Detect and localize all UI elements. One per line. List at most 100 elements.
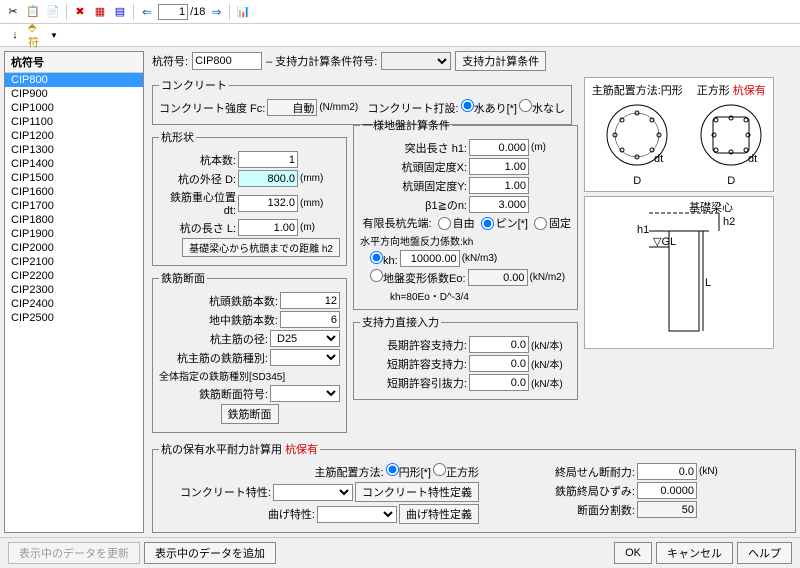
sidebar-item-CIP1400[interactable]: CIP1400: [5, 157, 143, 171]
top-row: 杭符号: – 支持力計算条件符号: 支持力計算条件: [152, 51, 796, 71]
svg-text:dt: dt: [654, 153, 663, 165]
dan-button[interactable]: 鉄筋断面: [221, 404, 279, 424]
sidebar-item-CIP2000[interactable]: CIP2000: [5, 241, 143, 255]
next-arrow[interactable]: ⇒: [207, 5, 225, 19]
cond-label: – 支持力計算条件符号:: [266, 53, 377, 69]
shape-group: 杭形状 杭本数:杭の外径 D:(mm)鉄筋重心位置 dt:(mm)杭の長さ L:…: [152, 129, 347, 266]
tip-opt1[interactable]: ピン[*]: [481, 215, 528, 231]
field-row: 杭頭固定度X:: [360, 158, 571, 175]
sidebar-item-CIP1200[interactable]: CIP1200: [5, 129, 143, 143]
help-button[interactable]: ヘルプ: [737, 542, 792, 564]
field-row: 杭主筋の径:D25: [159, 330, 340, 347]
table-icon[interactable]: ▤: [111, 3, 129, 21]
field-row: 鉄筋重心位置 dt:(mm): [159, 189, 340, 217]
field-row: 鉄筋終局ひずみ:: [499, 482, 739, 499]
cancel-button[interactable]: キャンセル: [656, 542, 733, 564]
support-group: 支持力直接入力 長期許容支持力:(kN/本)短期許容支持力:(kN/本)短期許容…: [353, 314, 578, 400]
svg-text:L: L: [705, 277, 711, 289]
add-button[interactable]: 表示中のデータを追加: [144, 542, 276, 564]
rebar-sym-select[interactable]: [270, 385, 340, 402]
sidebar-item-CIP1500[interactable]: CIP1500: [5, 171, 143, 185]
tip-label: 有限長杭先端:: [363, 215, 432, 231]
tip-opt0[interactable]: 自由: [438, 215, 475, 231]
sidebar-item-CIP1700[interactable]: CIP1700: [5, 199, 143, 213]
sidebar-item-CIP2500[interactable]: CIP2500: [5, 311, 143, 325]
sidebar-item-CIP1800[interactable]: CIP1800: [5, 213, 143, 227]
circle-diagram-icon: dt: [602, 100, 672, 170]
page-input[interactable]: [158, 4, 188, 20]
prev-arrow[interactable]: ⇐: [138, 5, 156, 19]
svg-text:▽GL: ▽GL: [653, 236, 676, 248]
page-indicator: /18: [158, 4, 205, 20]
sidebar-item-CIP2100[interactable]: CIP2100: [5, 255, 143, 269]
formula-label: kh=80Eo・D^-3/4: [360, 288, 571, 303]
rebar-group: 鉄筋断面 杭頭鉄筋本数: 地中鉄筋本数: 杭主筋の径:D25 杭主筋の鉄筋種別: 全体…: [152, 270, 347, 433]
field-row: 地中鉄筋本数:: [159, 311, 340, 328]
export-icon[interactable]: 📊: [234, 3, 252, 21]
tip-opt2[interactable]: 固定: [534, 215, 571, 231]
sidebar-item-CIP1000[interactable]: CIP1000: [5, 101, 143, 115]
sidebar-item-CIP900[interactable]: CIP900: [5, 87, 143, 101]
field-row: 終局せん断耐力:(kN): [499, 463, 739, 480]
field-row: 短期許容支持力:(kN/本): [360, 355, 571, 372]
sidebar-item-CIP800[interactable]: CIP800: [5, 73, 143, 87]
grid-icon[interactable]: ▦: [91, 3, 109, 21]
eo-input: [468, 269, 528, 286]
sidebar-header: 杭符号: [5, 52, 143, 73]
field-row: β1≧のn:: [360, 196, 571, 213]
cond-select[interactable]: [381, 52, 451, 70]
field-row: 曲げ特性:曲げ特性定義: [159, 504, 479, 524]
sidebar-item-CIP1900[interactable]: CIP1900: [5, 227, 143, 241]
horiz-group: 杭の保有水平耐力計算用 杭保有 主筋配置方法:円形[*]正方形コンクリート特性:…: [152, 441, 796, 533]
kh-input[interactable]: [400, 250, 460, 267]
svg-text:dt: dt: [748, 153, 757, 165]
cond-button[interactable]: 支持力計算条件: [455, 51, 546, 71]
h2-button[interactable]: 基礎梁心から杭頭までの距離 h2: [182, 238, 340, 257]
svg-text:h1: h1: [637, 224, 649, 236]
kh-radio[interactable]: kh:: [370, 251, 398, 267]
svg-text:h2: h2: [723, 216, 735, 228]
ok-button[interactable]: OK: [614, 542, 652, 564]
fc-label: コンクリート強度 Fc:: [159, 100, 265, 116]
rebar-all-label: 全体指定の鉄筋種別[SD345]: [159, 368, 340, 383]
diagram-top: 主筋配置方法:円形 dt D 正方形 杭保有 dt D: [584, 77, 774, 192]
update-button: 表示中のデータを更新: [8, 542, 140, 564]
paste-icon[interactable]: 📄: [44, 3, 62, 21]
kui-label: 杭符号:: [152, 53, 188, 69]
copy-icon[interactable]: 📋: [24, 3, 42, 21]
field-row: 断面分割数:: [499, 501, 739, 518]
field-row: 短期許容引抜力:(kN/本): [360, 374, 571, 391]
field-row: 杭主筋の鉄筋種別:: [159, 349, 340, 366]
field-row: 杭の長さ L:(m): [159, 219, 340, 236]
rebar-sym-label: 鉄筋断面符号:: [159, 386, 268, 402]
sidebar-item-CIP2400[interactable]: CIP2400: [5, 297, 143, 311]
field-row: 突出長さ h1:(m): [360, 139, 571, 156]
svg-text:基礎梁心: 基礎梁心: [689, 201, 733, 214]
ground-group: 一様地盤計算条件 突出長さ h1:(m)杭頭固定度X:杭頭固定度Y:β1≧のn:…: [353, 117, 578, 310]
sidebar: 杭符号 CIP800CIP900CIP1000CIP1100CIP1200CIP…: [4, 51, 144, 533]
sidebar-item-CIP1300[interactable]: CIP1300: [5, 143, 143, 157]
delete-icon[interactable]: ✖: [71, 3, 89, 21]
field-row: 杭の外径 D:(mm): [159, 170, 340, 187]
field-row: 主筋配置方法:円形[*]正方形: [159, 463, 479, 480]
eo-radio[interactable]: 地盤変形係数Eo:: [370, 269, 466, 286]
cut-icon[interactable]: ✂: [4, 3, 22, 21]
sidebar-item-CIP1100[interactable]: CIP1100: [5, 115, 143, 129]
field-row: コンクリート特性:コンクリート特性定義: [159, 482, 479, 502]
field-row: 杭頭鉄筋本数:: [159, 292, 340, 309]
kui-input[interactable]: [192, 52, 262, 70]
sidebar-item-CIP1600[interactable]: CIP1600: [5, 185, 143, 199]
square-diagram-icon: dt: [696, 100, 766, 170]
fc-input[interactable]: [267, 99, 317, 116]
kh-grp-label: 水平方向地盤反力係数:kh: [360, 233, 571, 248]
sidebar-item-CIP2200[interactable]: CIP2200: [5, 269, 143, 283]
sidebar-item-CIP2300[interactable]: CIP2300: [5, 283, 143, 297]
field-row: 杭頭固定度Y:: [360, 177, 571, 194]
field-row: 長期許容支持力:(kN/本): [360, 336, 571, 353]
tag-icon[interactable]: ⬘符: [28, 26, 46, 44]
sort-icon[interactable]: ↓: [6, 26, 24, 44]
diagram-side: 基礎梁心 h2 h1 ▽GL L: [584, 196, 774, 349]
toolbar: ✂ 📋 📄 ✖ ▦ ▤ ⇐ /18 ⇒ 📊: [0, 0, 800, 24]
field-row: 杭本数:: [159, 151, 340, 168]
pile-section-icon: 基礎梁心 h2 h1 ▽GL L: [619, 201, 739, 341]
